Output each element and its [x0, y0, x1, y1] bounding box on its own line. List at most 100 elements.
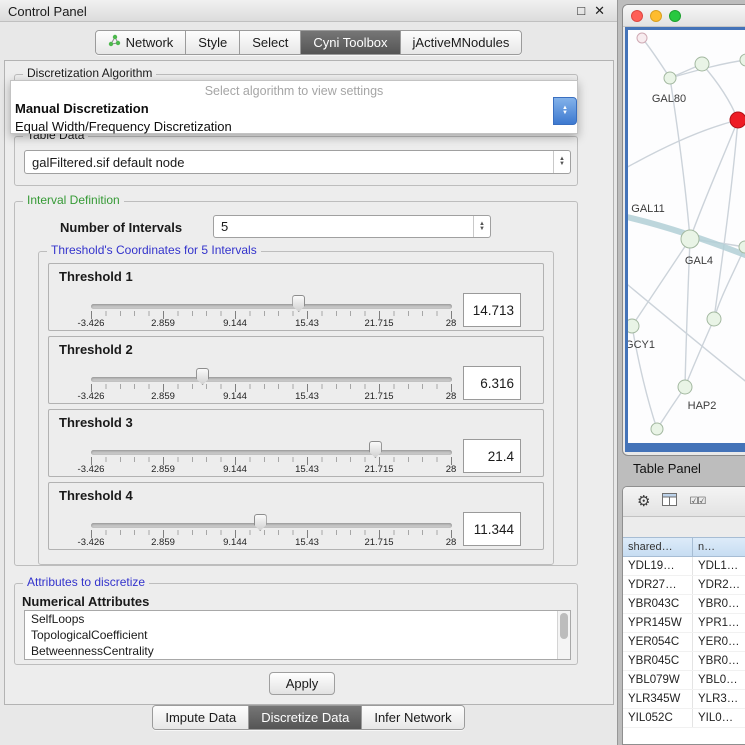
cell-shared-name[interactable]: YLR345W: [623, 690, 693, 708]
network-graph: GAL80 GAL11 GAL4 GCY1 HAP2: [628, 30, 745, 442]
slider-thumb[interactable]: [254, 514, 267, 531]
tick-label: 21.715: [364, 464, 393, 475]
cell-name[interactable]: YPR1…: [693, 614, 745, 632]
tab-discretize-data[interactable]: Discretize Data: [249, 706, 362, 729]
tick-label: 21.715: [364, 391, 393, 402]
threshold-value-input[interactable]: 14.713: [463, 293, 521, 327]
dropdown-item-equal-width-frequency[interactable]: Equal Width/Frequency Discretization: [11, 118, 577, 136]
network-node[interactable]: [740, 54, 745, 66]
number-of-intervals-combo[interactable]: 5 ▲▼: [213, 215, 491, 238]
tab-style[interactable]: Style: [186, 31, 240, 54]
cell-shared-name[interactable]: YIL052C: [623, 709, 693, 727]
column-header-name[interactable]: n…: [693, 537, 745, 557]
panel-titlebar: Control Panel □ ✕: [0, 0, 617, 22]
threshold-value-input[interactable]: 6.316: [463, 366, 521, 400]
tick-label: 9.144: [223, 391, 247, 402]
table-row[interactable]: YBL079WYBL0…: [623, 671, 745, 690]
table-row[interactable]: YBR045CYBR0…: [623, 652, 745, 671]
zoom-window-icon[interactable]: [669, 10, 681, 22]
slider-track[interactable]: [91, 450, 452, 455]
settings-gear-icon[interactable]: ⚙: [637, 494, 650, 509]
tab-label: Select: [252, 35, 288, 50]
top-tab-bar: Network Style Select Cyni Toolbox jActiv…: [0, 26, 617, 58]
cell-name[interactable]: YER0…: [693, 633, 745, 651]
slider-thumb[interactable]: [369, 441, 382, 458]
network-canvas[interactable]: GAL80 GAL11 GAL4 GCY1 HAP2: [628, 30, 745, 443]
scrollbar[interactable]: [557, 611, 570, 659]
slider-thumb[interactable]: [196, 368, 209, 385]
tab-infer-network[interactable]: Infer Network: [362, 706, 463, 729]
threshold-panel-3: Threshold 3 -3.426 2.859 9.144 15.43 21.…: [48, 409, 544, 477]
slider-track[interactable]: [91, 304, 452, 309]
network-node[interactable]: [628, 319, 639, 333]
table-row[interactable]: YDL19…YDL1…: [623, 557, 745, 576]
table-columns-icon[interactable]: [662, 493, 677, 511]
network-node[interactable]: [651, 423, 663, 435]
scrollbar-thumb[interactable]: [560, 613, 568, 639]
combo-value: galFiltered.sif default node: [32, 155, 553, 170]
close-window-icon[interactable]: [631, 10, 643, 22]
tick-label: 2.859: [151, 464, 175, 475]
tab-select[interactable]: Select: [240, 31, 301, 54]
tick-label: 9.144: [223, 537, 247, 548]
threshold-value-input[interactable]: 11.344: [463, 512, 521, 546]
app-root: Control Panel □ ✕ Network Style Select C…: [0, 0, 745, 745]
network-node[interactable]: [707, 312, 721, 326]
tab-network[interactable]: Network: [96, 31, 187, 54]
combo-value: 5: [221, 219, 473, 234]
tab-jactivemnodules[interactable]: jActiveMNodules: [401, 31, 522, 54]
algorithm-combo-stepper-icon[interactable]: ▲▼: [553, 97, 577, 125]
table-row[interactable]: YDR27…YDR2…: [623, 576, 745, 595]
tick-label: 21.715: [364, 537, 393, 548]
float-window-icon[interactable]: □: [577, 3, 585, 19]
network-node[interactable]: [637, 33, 647, 43]
slider-track[interactable]: [91, 523, 452, 528]
list-item[interactable]: TopologicalCoefficient: [25, 627, 570, 643]
network-node-selected[interactable]: [730, 112, 745, 128]
dropdown-item-manual-discretization[interactable]: Manual Discretization: [11, 100, 577, 118]
table-row[interactable]: YIL052CYIL0…: [623, 709, 745, 728]
cell-name[interactable]: YBL0…: [693, 671, 745, 689]
cell-shared-name[interactable]: YER054C: [623, 633, 693, 651]
cell-shared-name[interactable]: YBR043C: [623, 595, 693, 613]
attributes-list[interactable]: SelfLoops TopologicalCoefficient Between…: [24, 610, 571, 660]
table-row[interactable]: YER054CYER0…: [623, 633, 745, 652]
minimize-window-icon[interactable]: [650, 10, 662, 22]
network-node[interactable]: [681, 230, 699, 248]
network-node[interactable]: [695, 57, 709, 71]
tab-label: Network: [126, 35, 174, 50]
network-node[interactable]: [664, 72, 676, 84]
slider-thumb[interactable]: [292, 295, 305, 312]
cell-name[interactable]: YIL0…: [693, 709, 745, 727]
cell-name[interactable]: YBR0…: [693, 652, 745, 670]
tick-label: 9.144: [223, 318, 247, 329]
cell-shared-name[interactable]: YPR145W: [623, 614, 693, 632]
cell-name[interactable]: YDL1…: [693, 557, 745, 575]
cell-name[interactable]: YBR0…: [693, 595, 745, 613]
cell-name[interactable]: YLR3…: [693, 690, 745, 708]
close-icon[interactable]: ✕: [594, 3, 605, 19]
tick-label: 28: [446, 537, 457, 548]
tab-impute-data[interactable]: Impute Data: [153, 706, 249, 729]
cell-shared-name[interactable]: YBL079W: [623, 671, 693, 689]
list-item[interactable]: BetweennessCentrality: [25, 643, 570, 659]
select-columns-icon[interactable]: ☑☑: [689, 496, 705, 507]
table-data-combo[interactable]: galFiltered.sif default node ▲▼: [24, 150, 571, 174]
table-row[interactable]: YLR345WYLR3…: [623, 690, 745, 709]
table-header-row: shared… n…: [623, 537, 745, 557]
list-item[interactable]: SelfLoops: [25, 611, 570, 627]
bottom-tab-bar: Impute Data Discretize Data Infer Networ…: [0, 705, 617, 730]
table-row[interactable]: YBR043CYBR0…: [623, 595, 745, 614]
cell-shared-name[interactable]: YBR045C: [623, 652, 693, 670]
combo-stepper-icon: ▲▼: [553, 151, 570, 173]
column-header-shared-name[interactable]: shared…: [623, 537, 693, 557]
cell-shared-name[interactable]: YDR27…: [623, 576, 693, 594]
slider-track[interactable]: [91, 377, 452, 382]
cell-name[interactable]: YDR2…: [693, 576, 745, 594]
table-row[interactable]: YPR145WYPR1…: [623, 614, 745, 633]
network-node[interactable]: [678, 380, 692, 394]
apply-button[interactable]: Apply: [269, 672, 335, 695]
cell-shared-name[interactable]: YDL19…: [623, 557, 693, 575]
tab-cyni-toolbox[interactable]: Cyni Toolbox: [301, 31, 400, 54]
threshold-value-input[interactable]: 21.4: [463, 439, 521, 473]
